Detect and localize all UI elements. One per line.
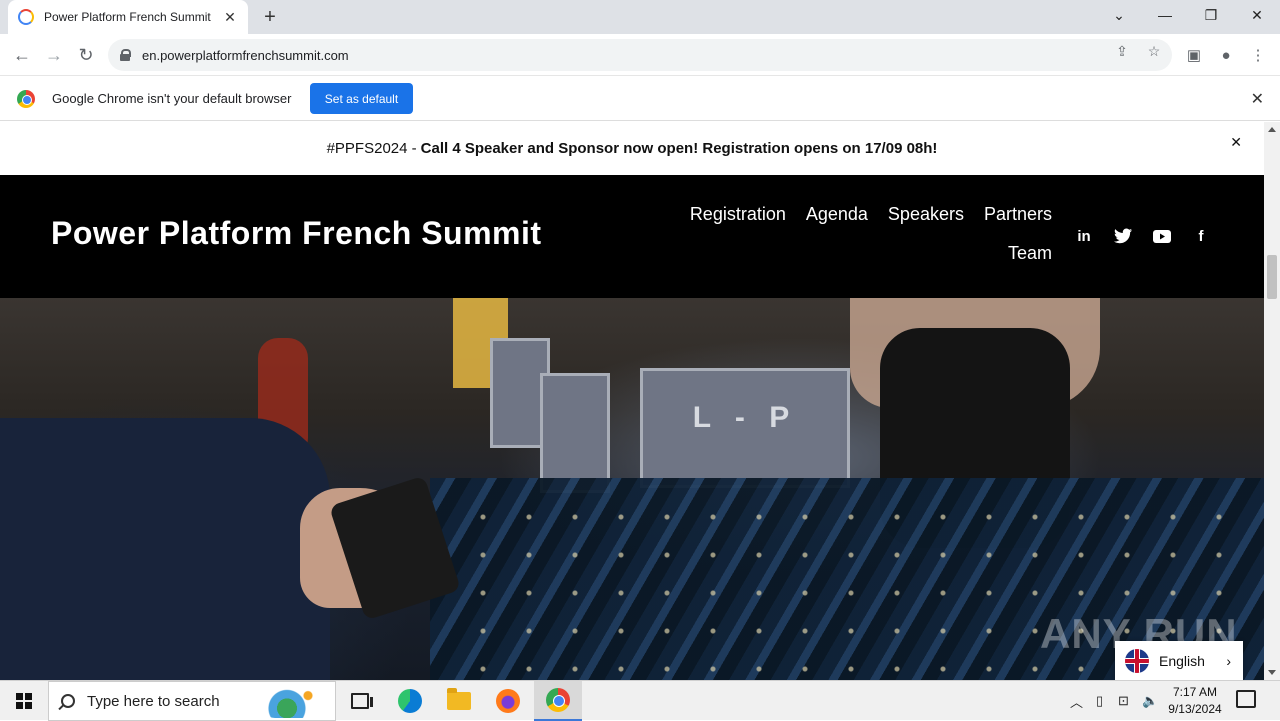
browser-toolbar: ← → ↻ en.powerplatformfrenchsummit.com ⇪… — [0, 34, 1280, 76]
task-view-icon — [351, 693, 373, 709]
firefox-taskbar-button[interactable] — [484, 681, 532, 721]
device-tray-icon[interactable]: ▯ — [1096, 681, 1103, 721]
default-browser-infobar: Google Chrome isn't your default browser… — [0, 77, 1280, 121]
file-explorer-taskbar-button[interactable] — [435, 681, 483, 721]
loading-favicon-icon — [18, 9, 34, 25]
nav-speakers[interactable]: Speakers — [888, 203, 964, 225]
language-name: English — [1159, 652, 1205, 669]
announcement-close-icon[interactable]: ✕ — [1230, 134, 1242, 151]
show-hidden-icons-chevron-icon[interactable]: ︿ — [1070, 681, 1083, 721]
taskbar-search-box[interactable]: Type here to search — [48, 681, 336, 721]
nav-agenda[interactable]: Agenda — [806, 203, 868, 225]
reload-icon[interactable]: ↻ — [74, 43, 98, 67]
language-switcher[interactable]: English › — [1115, 641, 1243, 680]
hero-decor — [0, 418, 330, 680]
windows-logo-icon — [16, 693, 32, 709]
nav-partners[interactable]: Partners — [984, 203, 1052, 225]
volume-icon[interactable]: 🔈 — [1142, 681, 1158, 721]
clock-date: 9/13/2024 — [1168, 702, 1222, 716]
youtube-icon[interactable] — [1151, 225, 1173, 247]
chrome-logo-icon — [17, 90, 35, 108]
tab-title: Power Platform French Summit — [44, 10, 211, 24]
chrome-icon — [546, 688, 570, 712]
social-links: in f — [1073, 225, 1229, 247]
browser-tab[interactable]: Power Platform French Summit ✕ — [8, 0, 248, 34]
close-window-button[interactable]: ✕ — [1234, 0, 1280, 30]
set-as-default-button[interactable]: Set as default — [310, 83, 413, 114]
task-view-button[interactable] — [336, 681, 384, 721]
taskbar-clock[interactable]: 7:17 AM 9/13/2024 — [1160, 684, 1230, 718]
hero-decor — [540, 373, 610, 493]
nav-team[interactable]: Team — [1008, 242, 1052, 264]
notification-icon[interactable] — [1236, 690, 1256, 708]
windows-taskbar: Type here to search ︿ ▯ ⊡ 🔈 7:17 AM 9/13… — [0, 680, 1280, 721]
firefox-icon — [496, 689, 520, 713]
tab-search-chevron-icon[interactable]: ⌄ — [1096, 0, 1142, 30]
address-bar[interactable]: en.powerplatformfrenchsummit.com — [108, 39, 1172, 71]
announcement-message: Call 4 Speaker and Sponsor now open! Reg… — [420, 140, 938, 157]
search-highlight-icon[interactable] — [259, 686, 329, 718]
menu-kebab-icon[interactable]: ⋮ — [1247, 44, 1269, 66]
network-icon[interactable]: ⊡ — [1118, 681, 1129, 721]
search-icon — [61, 694, 75, 708]
page-scrollbar[interactable] — [1264, 122, 1280, 680]
clock-time: 7:17 AM — [1172, 685, 1218, 699]
hero-monitor-sign: L - P — [640, 368, 850, 488]
twitter-icon[interactable] — [1112, 225, 1134, 247]
url-text[interactable]: en.powerplatformfrenchsummit.com — [142, 48, 349, 63]
new-tab-button[interactable]: + — [258, 6, 282, 28]
share-icon[interactable]: ⇪ — [1112, 41, 1132, 61]
infobar-message: Google Chrome isn't your default browser — [52, 91, 292, 106]
page-viewport: #PPFS2024 - Call 4 Speaker and Sponsor n… — [0, 122, 1264, 680]
scroll-up-arrow-icon[interactable] — [1268, 127, 1276, 132]
forward-arrow-icon[interactable]: → — [42, 43, 66, 67]
tab-close-icon[interactable]: ✕ — [222, 9, 238, 26]
profile-avatar-icon[interactable]: ● — [1215, 44, 1237, 66]
announcement-bar: #PPFS2024 - Call 4 Speaker and Sponsor n… — [0, 122, 1264, 175]
lock-icon[interactable] — [120, 49, 131, 61]
tab-strip: Power Platform French Summit ✕ + ⌄ — ❐ ✕ — [0, 0, 1280, 34]
hero-sign-text: L - P — [692, 401, 798, 434]
linkedin-icon[interactable]: in — [1073, 225, 1095, 247]
infobar-close-icon[interactable]: ✕ — [1251, 89, 1264, 109]
announcement-hashtag: #PPFS2024 - — [326, 140, 417, 157]
scroll-down-arrow-icon[interactable] — [1268, 670, 1276, 675]
start-button[interactable] — [0, 681, 48, 721]
edge-icon — [398, 689, 422, 713]
back-arrow-icon[interactable]: ← — [10, 43, 34, 67]
restore-button[interactable]: ❐ — [1188, 0, 1234, 30]
main-nav: Registration Agenda Speakers Partners Te… — [658, 203, 1052, 281]
facebook-icon[interactable]: f — [1190, 225, 1212, 247]
uk-flag-icon — [1125, 648, 1149, 673]
site-logo-title[interactable]: Power Platform French Summit — [51, 215, 542, 252]
folder-icon — [447, 688, 471, 710]
nav-registration[interactable]: Registration — [690, 203, 786, 225]
search-placeholder: Type here to search — [87, 692, 220, 710]
minimize-button[interactable]: — — [1142, 0, 1188, 30]
chevron-right-icon: › — [1226, 652, 1231, 669]
site-header: Power Platform French Summit Registratio… — [0, 175, 1264, 298]
side-panel-icon[interactable]: ▣ — [1183, 44, 1205, 66]
bookmark-star-icon[interactable]: ☆ — [1144, 41, 1164, 61]
edge-taskbar-button[interactable] — [386, 681, 434, 721]
chrome-taskbar-button[interactable] — [534, 681, 582, 721]
scrollbar-thumb[interactable] — [1267, 255, 1277, 299]
